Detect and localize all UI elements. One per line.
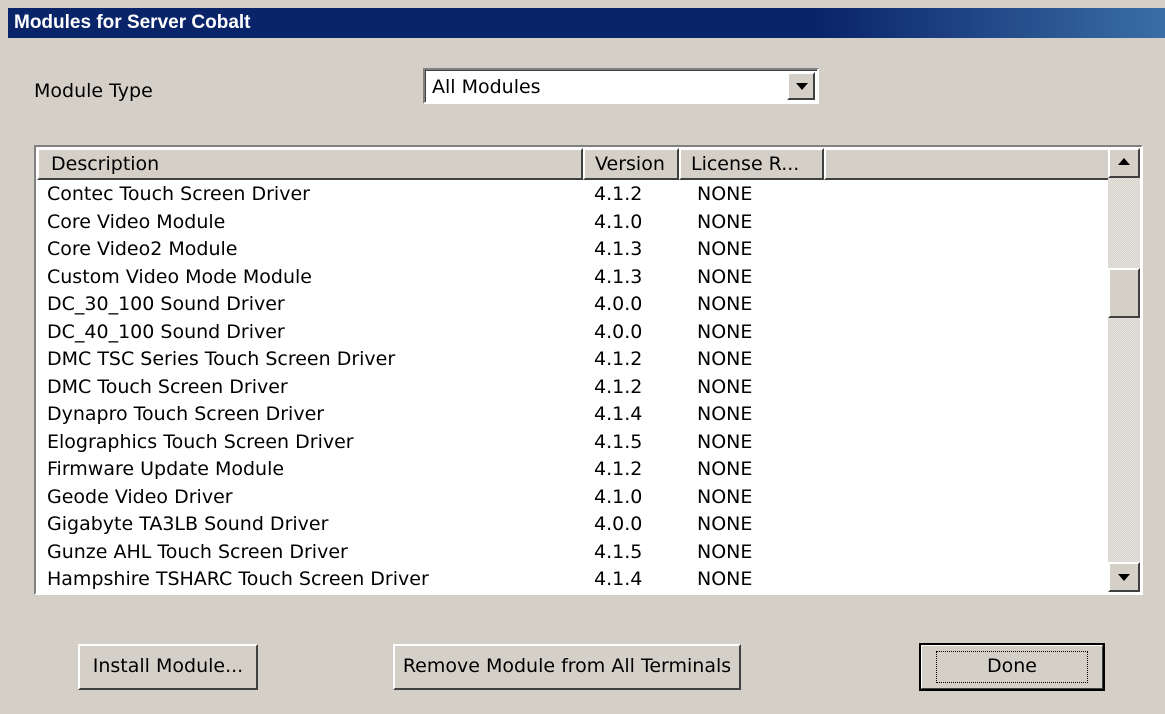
vertical-scrollbar[interactable] bbox=[1108, 148, 1140, 592]
cell-description: Hampshire TSHARC Touch Screen Driver bbox=[47, 568, 429, 590]
cell-license: NONE bbox=[697, 238, 753, 260]
cell-license: NONE bbox=[697, 348, 753, 370]
window-title: Modules for Server Cobalt bbox=[8, 8, 1165, 38]
cell-version: 4.1.0 bbox=[594, 210, 643, 233]
scrollbar-thumb[interactable] bbox=[1108, 268, 1140, 318]
table-row[interactable]: DC_40_100 Sound Driver 4.0.0 NONE bbox=[37, 319, 1112, 347]
cell-license: NONE bbox=[697, 320, 753, 343]
column-header-version[interactable]: Version bbox=[583, 148, 679, 180]
cell-description: Core Video2 Module bbox=[47, 238, 238, 260]
install-module-button[interactable]: Install Module... bbox=[78, 644, 258, 690]
remove-module-button[interactable]: Remove Module from All Terminals bbox=[393, 644, 741, 690]
cell-version: 4.1.3 bbox=[594, 238, 643, 260]
table-row[interactable]: DMC TSC Series Touch Screen Driver 4.1.2 N… bbox=[37, 346, 1112, 374]
table-row[interactable]: Custom Video Mode Module 4.1.3 NONE bbox=[37, 264, 1112, 292]
table-row[interactable]: Hampshire TSHARC Touch Screen Driver 4.1.… bbox=[37, 566, 1112, 592]
table-row[interactable]: Core Video2 Module 4.1.3 NONE bbox=[37, 236, 1112, 264]
scroll-down-arrow-icon bbox=[1118, 574, 1130, 581]
cell-description: Dynapro Touch Screen Driver bbox=[47, 403, 325, 425]
cell-license: NONE bbox=[697, 568, 753, 590]
cell-license: NONE bbox=[697, 485, 753, 508]
cell-description: Gunze AHL Touch Screen Driver bbox=[47, 540, 348, 563]
cell-version: 4.1.2 bbox=[594, 458, 643, 480]
cell-version: 4.0.0 bbox=[594, 513, 643, 535]
cell-version: 4.1.2 bbox=[594, 183, 643, 205]
cell-description: Geode Video Driver bbox=[47, 485, 233, 508]
table-row[interactable]: DC_30_100 Sound Driver 4.0.0 NONE bbox=[37, 291, 1112, 319]
cell-license: NONE bbox=[697, 540, 753, 563]
table-row[interactable]: DMC Touch Screen Driver 4.1.2 NONE bbox=[37, 374, 1112, 402]
table-row[interactable]: Contec Touch Screen Driver 4.1.2 NONE bbox=[37, 181, 1112, 209]
module-type-selected-value: All Modules bbox=[432, 76, 541, 98]
cell-description: DMC TSC Series Touch Screen Driver bbox=[47, 348, 396, 370]
table-row[interactable]: Gunze AHL Touch Screen Driver 4.1.5 NONE bbox=[37, 539, 1112, 567]
cell-description: Custom Video Mode Module bbox=[47, 265, 312, 288]
table-row[interactable]: Geode Video Driver 4.1.0 NONE bbox=[37, 484, 1112, 512]
cell-license: NONE bbox=[697, 458, 753, 480]
cell-description: DMC Touch Screen Driver bbox=[47, 375, 288, 398]
scroll-down-button[interactable] bbox=[1108, 562, 1140, 592]
done-button[interactable]: Done bbox=[919, 643, 1105, 691]
column-header-empty bbox=[824, 148, 1112, 180]
scroll-up-arrow-icon bbox=[1118, 158, 1130, 165]
cell-version: 4.0.0 bbox=[594, 320, 643, 343]
cell-license: NONE bbox=[697, 513, 753, 535]
cell-version: 4.1.4 bbox=[594, 403, 643, 425]
table-row[interactable]: Dynapro Touch Screen Driver 4.1.4 NONE bbox=[37, 401, 1112, 429]
cell-description: Firmware Update Module bbox=[47, 458, 285, 480]
cell-license: NONE bbox=[697, 403, 753, 425]
cell-description: Core Video Module bbox=[47, 210, 226, 233]
cell-description: DC_40_100 Sound Driver bbox=[47, 320, 285, 343]
cell-description: Elographics Touch Screen Driver bbox=[47, 430, 354, 453]
list-header: Description Version License R... bbox=[37, 148, 1112, 180]
module-type-select[interactable]: All Modules bbox=[423, 68, 819, 104]
cell-description: Gigabyte TA3LB Sound Driver bbox=[47, 513, 329, 535]
column-header-description[interactable]: Description bbox=[37, 148, 583, 180]
cell-description: DC_30_100 Sound Driver bbox=[47, 293, 285, 315]
cell-license: NONE bbox=[697, 375, 753, 398]
cell-version: 4.1.5 bbox=[594, 540, 643, 563]
cell-version: 4.1.0 bbox=[594, 485, 643, 508]
cell-version: 4.1.4 bbox=[594, 568, 643, 590]
cell-license: NONE bbox=[697, 210, 753, 233]
cell-version: 4.1.3 bbox=[594, 265, 643, 288]
list-rows: Contec Touch Screen Driver 4.1.2 NONE Core … bbox=[37, 181, 1112, 592]
module-type-label: Module Type bbox=[34, 80, 153, 102]
dropdown-button[interactable] bbox=[787, 72, 815, 100]
cell-license: NONE bbox=[697, 265, 753, 288]
scroll-up-button[interactable] bbox=[1108, 148, 1140, 178]
done-button-label: Done bbox=[936, 651, 1088, 683]
table-row[interactable]: Core Video Module 4.1.0 NONE bbox=[37, 209, 1112, 237]
chevron-down-icon bbox=[796, 83, 808, 90]
cell-license: NONE bbox=[697, 293, 753, 315]
cell-version: 4.1.2 bbox=[594, 348, 643, 370]
cell-license: NONE bbox=[697, 430, 753, 453]
cell-version: 4.1.5 bbox=[594, 430, 643, 453]
column-header-license[interactable]: License R... bbox=[679, 148, 824, 180]
table-row[interactable]: Firmware Update Module 4.1.2 NONE bbox=[37, 456, 1112, 484]
modules-list[interactable]: Description Version License R... Contec … bbox=[34, 145, 1143, 595]
cell-version: 4.1.2 bbox=[594, 375, 643, 398]
cell-description: Contec Touch Screen Driver bbox=[47, 183, 310, 205]
cell-license: NONE bbox=[697, 183, 753, 205]
table-row[interactable]: Elographics Touch Screen Driver 4.1.5 NONE bbox=[37, 429, 1112, 457]
table-row[interactable]: Gigabyte TA3LB Sound Driver 4.0.0 NONE bbox=[37, 511, 1112, 539]
cell-version: 4.0.0 bbox=[594, 293, 643, 315]
